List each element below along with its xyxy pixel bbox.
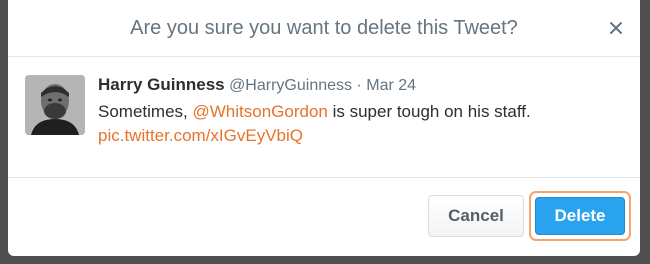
- author-name[interactable]: Harry Guinness: [98, 75, 225, 94]
- dialog-footer: Cancel Delete: [8, 178, 640, 256]
- mention-link[interactable]: @WhitsonGordon: [192, 102, 327, 121]
- tweet-text-after: is super tough on his staff.: [327, 102, 531, 121]
- close-button[interactable]: [604, 16, 628, 40]
- dialog-title: Are you sure you want to delete this Twe…: [130, 16, 518, 39]
- avatar[interactable]: [25, 75, 85, 135]
- delete-button-focus-ring: Delete: [529, 191, 631, 241]
- tweet-header: Harry Guinness @HarryGuinness · Mar 24: [98, 75, 624, 96]
- tweet-body: Harry Guinness @HarryGuinness · Mar 24 S…: [98, 75, 624, 148]
- tweet-date[interactable]: Mar 24: [366, 77, 416, 94]
- tweet-preview: Harry Guinness @HarryGuinness · Mar 24 S…: [8, 57, 640, 178]
- close-icon: [610, 22, 622, 34]
- dialog-header: Are you sure you want to delete this Twe…: [8, 0, 640, 57]
- delete-tweet-dialog: Are you sure you want to delete this Twe…: [8, 0, 640, 256]
- tweet-text-before: Sometimes,: [98, 102, 193, 121]
- delete-button[interactable]: Delete: [535, 197, 625, 235]
- separator: ·: [356, 77, 362, 94]
- pic-link[interactable]: pic.twitter.com/xIGvEyVbiQ: [98, 126, 303, 145]
- tweet-text: Sometimes, @WhitsonGordon is super tough…: [98, 100, 624, 148]
- cancel-button[interactable]: Cancel: [428, 195, 524, 237]
- author-handle[interactable]: @HarryGuinness: [229, 77, 352, 94]
